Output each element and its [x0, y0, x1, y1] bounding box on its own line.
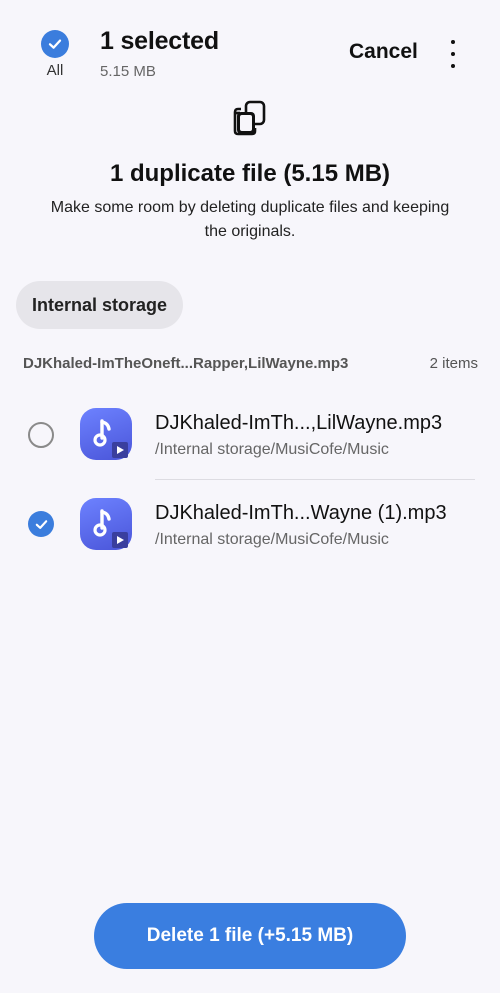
- storage-filter-chip[interactable]: Internal storage: [16, 281, 184, 329]
- delete-file-button[interactable]: Delete 1 file (+5.15 MB): [94, 903, 406, 969]
- cancel-button[interactable]: Cancel: [349, 40, 418, 64]
- select-all-checkbox[interactable]: [41, 30, 69, 58]
- more-options-icon[interactable]: [440, 40, 466, 68]
- duplicate-group-header: DJKhaled-ImTheOneft...Rapper,LilWayne.mp…: [23, 355, 478, 377]
- selected-size: 5.15 MB: [100, 63, 156, 80]
- checkmark-icon: [35, 519, 47, 529]
- file-checkbox[interactable]: [28, 422, 54, 448]
- music-file-icon: [80, 408, 132, 460]
- list-item[interactable]: DJKhaled-ImTh...Wayne (1).mp3 /Internal …: [0, 480, 500, 568]
- duplicate-summary-description: Make some room by deleting duplicate fil…: [50, 199, 450, 240]
- group-item-count: 2 items: [429, 355, 478, 372]
- file-checkbox[interactable]: [28, 511, 54, 537]
- checkmark-icon: [48, 39, 62, 49]
- select-all-toggle[interactable]: All: [34, 30, 76, 79]
- music-file-icon: [80, 498, 132, 550]
- file-name: DJKhaled-ImTh...Wayne (1).mp3: [155, 502, 447, 524]
- file-path: /Internal storage/MusiCofe/Music: [155, 441, 389, 458]
- duplicate-files-icon: [233, 100, 266, 136]
- file-path: /Internal storage/MusiCofe/Music: [155, 531, 389, 548]
- duplicate-summary-title: 1 duplicate file (5.15 MB): [109, 160, 391, 187]
- selected-count-title: 1 selected: [100, 27, 219, 55]
- selection-header: All 1 selected 5.15 MB Cancel: [0, 0, 500, 95]
- group-file-name: DJKhaled-ImTheOneft...Rapper,LilWayne.mp…: [23, 355, 349, 372]
- select-all-label: All: [46, 62, 64, 79]
- file-name: DJKhaled-ImTh...,LilWayne.mp3: [155, 412, 443, 434]
- list-item[interactable]: DJKhaled-ImTh...,LilWayne.mp3 /Internal …: [0, 390, 500, 478]
